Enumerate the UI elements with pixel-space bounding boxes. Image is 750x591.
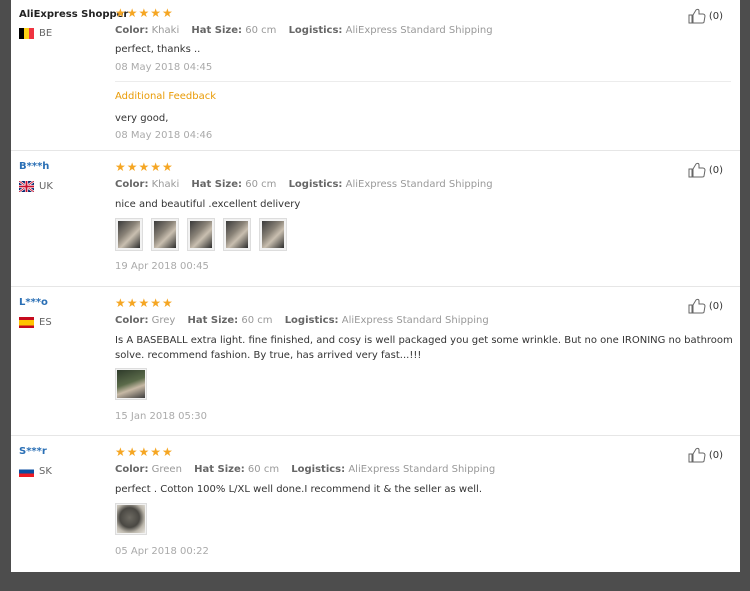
logistics-value: AliExpress Standard Shipping: [345, 25, 493, 36]
hat-size-label: Hat Size:: [187, 315, 239, 326]
order-info: Color: Green Hat Size: 60 cm Logistics: …: [115, 464, 495, 475]
belgium-flag-icon: [19, 28, 34, 39]
logistics-value: AliExpress Standard Shipping: [341, 315, 489, 326]
order-info: Color: Khaki Hat Size: 60 cm Logistics: …: [115, 25, 493, 36]
like-count: (0): [708, 164, 723, 176]
reviewer-country: ES: [19, 317, 52, 328]
logistics-label: Logistics:: [291, 464, 346, 475]
like-button[interactable]: (0): [688, 298, 723, 314]
reviewer-country: SK: [19, 466, 52, 477]
color-label: Color:: [115, 315, 149, 326]
reviewer-country: UK: [19, 181, 53, 192]
logistics-label: Logistics:: [288, 25, 343, 36]
review-date: 19 Apr 2018 00:45: [115, 261, 209, 272]
reviewer-name[interactable]: B***h: [19, 161, 49, 172]
review-photos: [115, 218, 287, 251]
rating-stars: ★★★★★: [115, 160, 174, 174]
review-text: nice and beautiful .excellent delivery: [115, 199, 301, 210]
review-date: 05 Apr 2018 00:22: [115, 546, 209, 557]
order-info: Color: Khaki Hat Size: 60 cm Logistics: …: [115, 179, 493, 190]
review-text: perfect, thanks ..: [115, 44, 201, 55]
feedback-panel: AliExpress Shopper BE ★★★★★ Color: Khaki…: [11, 0, 740, 572]
like-count: (0): [708, 10, 723, 22]
color-label: Color:: [115, 25, 149, 36]
color-value: Khaki: [151, 25, 180, 36]
review-photos: [115, 368, 147, 400]
color-label: Color:: [115, 464, 149, 475]
review-separator: [11, 286, 740, 287]
color-value: Green: [151, 464, 182, 475]
reviewer-country: BE: [19, 28, 52, 39]
additional-feedback-text: very good,: [115, 113, 169, 124]
logistics-value: AliExpress Standard Shipping: [345, 179, 493, 190]
reviewer-name[interactable]: L***o: [19, 297, 48, 308]
hat-size-label: Hat Size:: [191, 25, 243, 36]
color-value: Khaki: [151, 179, 180, 190]
spain-flag-icon: [19, 317, 34, 328]
review-photo[interactable]: [115, 368, 147, 400]
review-photo[interactable]: [223, 218, 251, 251]
country-code: UK: [39, 181, 53, 192]
logistics-label: Logistics:: [288, 179, 343, 190]
reviewer-name[interactable]: AliExpress Shopper: [19, 9, 128, 20]
reviewer-name[interactable]: S***r: [19, 446, 47, 457]
review-photo[interactable]: [115, 218, 143, 251]
hat-size-value: 60 cm: [245, 179, 277, 190]
hat-size-label: Hat Size:: [191, 179, 243, 190]
review-photo[interactable]: [151, 218, 179, 251]
review-separator: [11, 150, 740, 151]
thumbs-up-icon: [688, 162, 706, 178]
rating-stars: ★★★★★: [115, 445, 174, 459]
review-date: 08 May 2018 04:45: [115, 62, 213, 73]
review-photo[interactable]: [187, 218, 215, 251]
country-code: SK: [39, 466, 52, 477]
additional-feedback-label: Additional Feedback: [115, 91, 217, 102]
like-button[interactable]: (0): [688, 447, 723, 463]
like-count: (0): [708, 300, 723, 312]
hat-size-value: 60 cm: [241, 315, 273, 326]
like-count: (0): [708, 449, 723, 461]
uk-flag-icon: [19, 181, 34, 192]
thumbs-up-icon: [688, 298, 706, 314]
country-code: BE: [39, 28, 53, 39]
logistics-label: Logistics:: [284, 315, 339, 326]
review-text: perfect . Cotton 100% L/XL well done.I r…: [115, 484, 483, 495]
thumbs-up-icon: [688, 447, 706, 463]
additional-feedback-date: 08 May 2018 04:46: [115, 130, 213, 141]
thumbs-up-icon: [688, 8, 706, 24]
review-photo[interactable]: [259, 218, 287, 251]
like-button[interactable]: (0): [688, 8, 723, 24]
slovakia-flag-icon: [19, 466, 34, 477]
color-value: Grey: [151, 315, 176, 326]
review-text: Is A BASEBALL extra light. fine finished…: [115, 335, 733, 361]
like-button[interactable]: (0): [688, 162, 723, 178]
rating-stars: ★★★★★: [115, 296, 174, 310]
review-photos: [115, 503, 147, 535]
rating-stars: ★★★★★: [115, 6, 174, 20]
review-separator: [11, 435, 740, 436]
country-code: ES: [39, 317, 52, 328]
hat-size-value: 60 cm: [245, 25, 277, 36]
color-label: Color:: [115, 179, 149, 190]
logistics-value: AliExpress Standard Shipping: [348, 464, 496, 475]
review-date: 15 Jan 2018 05:30: [115, 411, 207, 422]
order-info: Color: Grey Hat Size: 60 cm Logistics: A…: [115, 315, 489, 326]
hat-size-label: Hat Size:: [194, 464, 245, 475]
hat-size-value: 60 cm: [247, 464, 280, 475]
divider: [115, 81, 731, 82]
review-photo[interactable]: [115, 503, 147, 535]
